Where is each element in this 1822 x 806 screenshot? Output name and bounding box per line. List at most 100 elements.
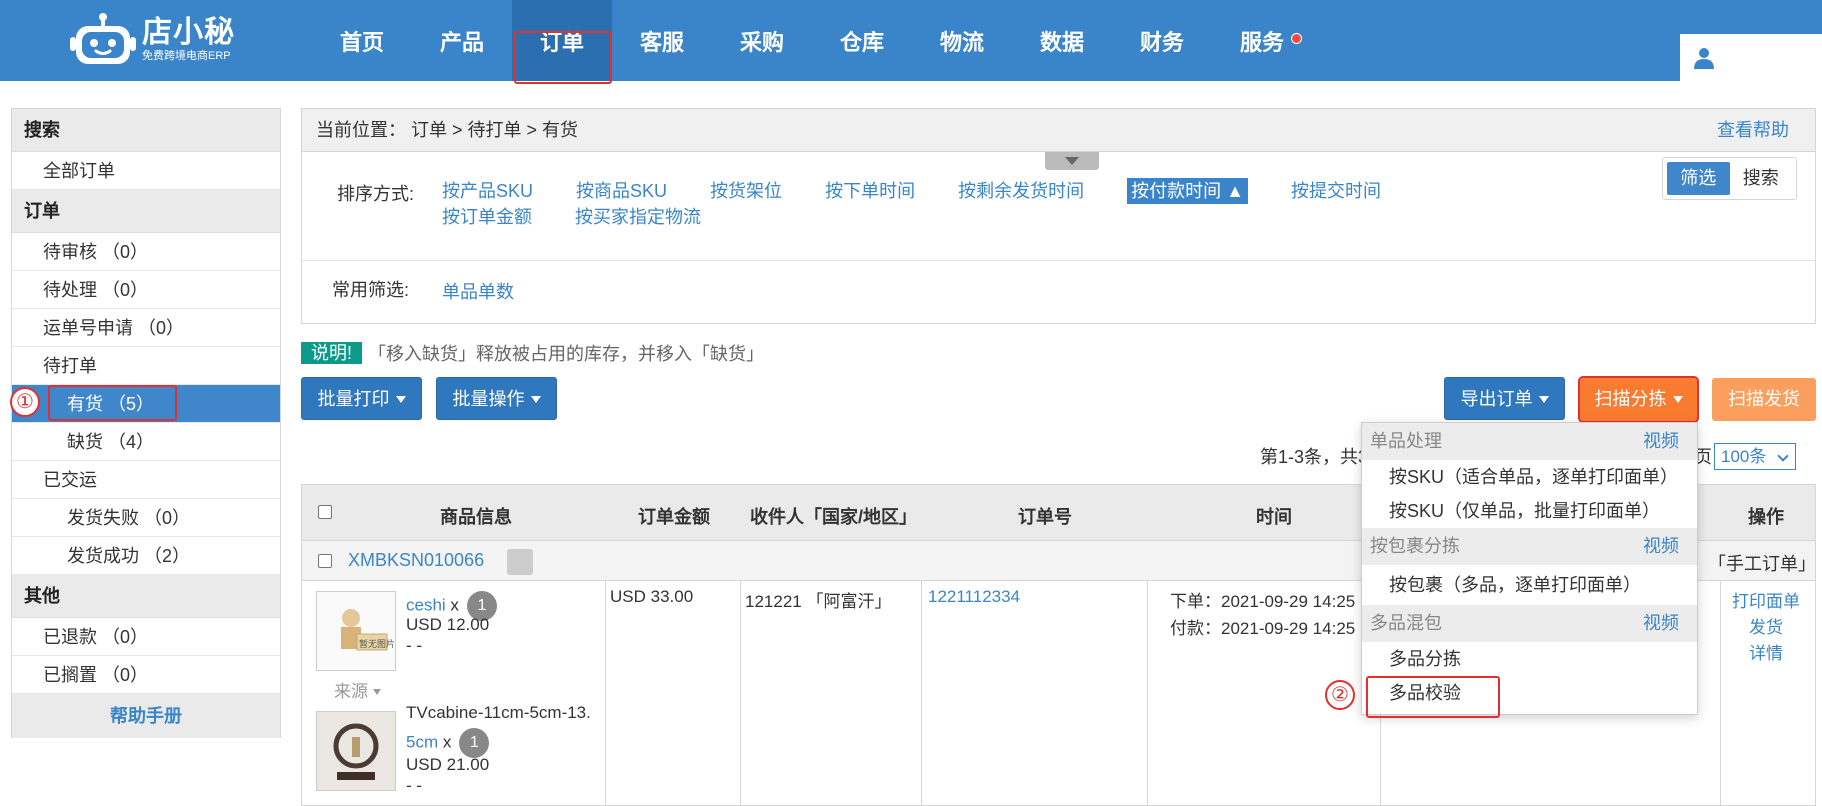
video-link[interactable]: 视频 (1643, 423, 1679, 460)
filter-search-toggle: 筛选 搜索 (1662, 157, 1797, 200)
view-help-link[interactable]: 查看帮助 (1717, 109, 1789, 151)
sidebar-item-on-hold[interactable]: 已搁置 （0） (12, 656, 280, 694)
col-divider (1147, 581, 1148, 805)
export-orders-button[interactable]: 导出订单 (1444, 377, 1565, 420)
sidebar-item-all-orders[interactable]: 全部订单 (12, 152, 280, 190)
nav-data[interactable]: 数据 (1012, 0, 1112, 81)
sidebar-item-out-of-stock[interactable]: 缺货 （4） (12, 423, 280, 461)
product-thumbnail[interactable]: 暂无图片 (316, 591, 396, 671)
sidebar-item-refunded[interactable]: 已退款 （0） (12, 618, 280, 656)
nav-customer-service[interactable]: 客服 (612, 0, 712, 81)
tag-icon[interactable] (507, 549, 533, 575)
ship-link[interactable]: 发货 (1749, 613, 1783, 638)
manual-order-tag: 「手工订单」 (1708, 554, 1816, 574)
detail-link[interactable]: 详情 (1749, 639, 1783, 664)
scan-sort-dropdown: 单品处理 视频 按SKU（适合单品，逐单打印面单） 按SKU（仅单品，批量打印面… (1361, 422, 1698, 718)
filter-panel: 排序方式: 按产品SKU 按商品SKU 按货架位 按下单时间 按剩余发货时间 按… (301, 152, 1816, 324)
nav-logistics[interactable]: 物流 (912, 0, 1012, 81)
nav-orders[interactable]: 订单 (512, 0, 612, 84)
sort-by-pay-time[interactable]: 按付款时间 ▲ (1127, 178, 1248, 204)
print-label-link[interactable]: 打印面单 (1732, 587, 1800, 612)
col-time: 时间 (1256, 507, 1292, 527)
sort-by-amount[interactable]: 按订单金额 (442, 204, 532, 230)
breadcrumb: 当前位置： 订单 > 待打单 > 有货 查看帮助 (301, 108, 1816, 152)
highlight-frame (48, 385, 177, 421)
scan-sort-button[interactable]: 扫描分拣 (1578, 376, 1699, 423)
nav-finance[interactable]: 财务 (1112, 0, 1212, 81)
nav-home[interactable]: 首页 (312, 0, 412, 81)
sort-by-order-time[interactable]: 按下单时间 (825, 178, 915, 204)
batch-ops-label: 批量操作 (452, 389, 525, 409)
sort-by-product-sku[interactable]: 按产品SKU (442, 178, 533, 204)
item-extra: - - (406, 776, 423, 795)
item-quantity-badge: 1 (459, 728, 490, 758)
robot-logo-icon (70, 12, 136, 68)
dropdown-section-package: 按包裹分拣 视频 (1362, 528, 1697, 565)
group-id-link[interactable]: XMBKSN010066 (348, 550, 484, 571)
nav-products[interactable]: 产品 (412, 0, 512, 81)
sidebar-item-in-stock[interactable]: 有货 （5） (12, 385, 280, 423)
menu-item-multi-verify[interactable]: 多品校验 (1362, 676, 1697, 718)
sort-by-submit-time[interactable]: 按提交时间 (1291, 178, 1381, 204)
scan-sort-label: 扫描分拣 (1594, 389, 1667, 409)
section-title: 单品处理 (1370, 431, 1442, 451)
order-amount: USD 33.00 (610, 587, 694, 606)
batch-print-label: 批量打印 (317, 389, 390, 409)
divider (302, 260, 1815, 261)
batch-print-button[interactable]: 批量打印 (301, 377, 422, 420)
select-all-checkbox[interactable] (318, 505, 332, 519)
video-link[interactable]: 视频 (1643, 528, 1679, 565)
pager-text: 第1-3条，共3 (1260, 447, 1369, 467)
help-manual-link[interactable]: 帮助手册 (12, 694, 280, 738)
row-checkbox[interactable] (318, 554, 332, 568)
section-title: 多品混包 (1370, 613, 1442, 633)
menu-item-multi-sort[interactable]: 多品分拣 (1362, 642, 1697, 676)
toggle-search[interactable]: 搜索 (1730, 162, 1793, 195)
nav-services[interactable]: 服务 (1212, 0, 1312, 81)
sort-by-buyer-logistics[interactable]: 按买家指定物流 (575, 204, 701, 230)
menu-item-sku-batch-print[interactable]: 按SKU（仅单品，批量打印面单） (1362, 494, 1697, 528)
sidebar-item-ship-success[interactable]: 发货成功 （2） (12, 537, 280, 575)
col-order-no: 订单号 (1018, 507, 1072, 527)
menu-item-sku-single-print[interactable]: 按SKU（适合单品，逐单打印面单） (1362, 460, 1697, 494)
source-label: 来源 (334, 682, 368, 701)
sidebar: 搜索 全部订单 订单 待审核 （0） 待处理 （0） 运单号申请 （0） 待打单… (11, 108, 281, 738)
main-nav: 首页 产品 订单 客服 采购 仓库 物流 数据 财务 服务 (312, 0, 1312, 84)
collapse-toggle-icon[interactable] (1045, 152, 1099, 170)
col-recipient: 收件人「国家/地区」 (750, 507, 918, 527)
notice-text: 「移入缺货」释放被占用的库存，并移入「缺货」 (368, 344, 765, 364)
recipient: 121221 「阿富汗」 (745, 592, 892, 611)
order-number-link[interactable]: 1221112334 (928, 587, 1020, 607)
nav-purchasing[interactable]: 采购 (712, 0, 812, 81)
user-menu[interactable] (1680, 34, 1822, 81)
common-filter-single-item[interactable]: 单品单数 (442, 278, 514, 304)
menu-item-by-package[interactable]: 按包裹（多品，逐单打印面单） (1362, 565, 1697, 605)
sidebar-item-waybill-apply[interactable]: 运单号申请 （0） (12, 309, 280, 347)
scan-ship-button[interactable]: 扫描发货 (1712, 378, 1816, 421)
batch-ops-button[interactable]: 批量操作 (436, 377, 557, 420)
caret-down-icon (1672, 396, 1683, 403)
nav-warehouse[interactable]: 仓库 (812, 0, 912, 81)
item-name-link-line2[interactable]: 5cm (406, 732, 438, 751)
common-filter-label: 常用筛选: (332, 280, 410, 300)
item-name-link[interactable]: ceshi (406, 595, 446, 614)
sort-by-remaining-time[interactable]: 按剩余发货时间 (958, 178, 1084, 204)
sidebar-item-pending-review[interactable]: 待审核 （0） (12, 233, 280, 271)
sort-by-shelf[interactable]: 按货架位 (710, 178, 782, 204)
item-line: 5cm x1 (406, 728, 490, 758)
sort-label: 排序方式: (337, 184, 415, 204)
sidebar-item-shipped[interactable]: 已交运 (12, 461, 280, 499)
source-dropdown[interactable]: 来源 (334, 677, 381, 702)
item-x: x (442, 732, 452, 752)
page-size-select[interactable]: 100条 (1714, 443, 1796, 470)
item-name-link-line1[interactable]: TVcabine-11cm-5cm-13. (406, 703, 591, 723)
sort-by-goods-sku[interactable]: 按商品SKU (576, 178, 667, 204)
video-link[interactable]: 视频 (1643, 605, 1679, 642)
product-thumbnail[interactable] (316, 711, 396, 791)
sidebar-item-pending-process[interactable]: 待处理 （0） (12, 271, 280, 309)
toggle-filter[interactable]: 筛选 (1667, 162, 1730, 195)
sidebar-item-to-print[interactable]: 待打单 (12, 347, 280, 385)
logo[interactable]: 店小秘 免费跨境电商ERP (70, 10, 270, 70)
sidebar-item-ship-fail[interactable]: 发货失败 （0） (12, 499, 280, 537)
col-divider (921, 581, 922, 805)
